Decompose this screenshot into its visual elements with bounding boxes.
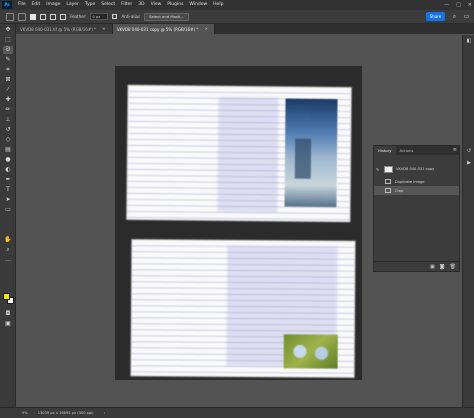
rectangle-icon[interactable]: ▭ — [3, 206, 13, 214]
menu-select[interactable]: Select — [98, 0, 118, 10]
intersect-selection-icon[interactable] — [60, 13, 66, 20]
new-selection-icon[interactable] — [30, 13, 36, 20]
actions-panel-icon[interactable]: ▶ — [465, 159, 473, 167]
share-button[interactable]: Share — [426, 12, 445, 21]
snapshot-thumbnail — [384, 165, 393, 173]
menu-layer[interactable]: Layer — [63, 0, 82, 10]
menu-file[interactable]: File — [15, 0, 29, 10]
history-panel-icon[interactable]: ↺ — [465, 147, 473, 155]
feather-label: Feather: — [70, 14, 87, 19]
gradient-icon[interactable]: ▤ — [3, 146, 13, 154]
zoom-level[interactable]: 5% — [22, 411, 28, 415]
history-brush-icon[interactable]: ↺ — [3, 126, 13, 134]
select-and-mask-button[interactable]: Select and Mask... — [144, 12, 189, 21]
frame-icon[interactable]: ⊠ — [3, 76, 13, 84]
scanned-postcard-top — [126, 84, 352, 223]
window-controls: — □ ✕ — [444, 0, 472, 10]
trash-icon[interactable]: 🗑 — [450, 264, 456, 270]
feather-input[interactable]: 0 px — [90, 13, 109, 20]
healing-icon[interactable]: ✚ — [3, 96, 13, 104]
tab-copy-document[interactable]: VKVD8 040-031 copy @ 5% (RGB/16#) * × — [112, 24, 216, 34]
scanned-postcard-bottom — [130, 239, 356, 378]
quick-mask-icon[interactable]: ◘ — [3, 310, 13, 318]
zoom-icon[interactable]: ⌕ — [3, 246, 13, 254]
crop-icon[interactable]: ⌗ — [3, 66, 13, 74]
menu-plugins[interactable]: Plugins — [164, 0, 186, 10]
add-selection-icon[interactable] — [40, 13, 46, 20]
crop-step-icon — [385, 188, 391, 193]
blur-icon[interactable]: ● — [3, 156, 13, 164]
menu-image[interactable]: Image — [43, 0, 63, 10]
menu-help[interactable]: Help — [210, 0, 226, 10]
marquee-icon[interactable]: ⬚ — [3, 36, 13, 44]
search-icon[interactable]: ⌕ — [451, 13, 458, 20]
handwriting-block — [217, 96, 279, 213]
panel-menu-icon[interactable]: ≡ — [453, 147, 457, 153]
foreground-color-swatch[interactable] — [3, 293, 10, 300]
tab-original-document[interactable]: VKVD8 040-031.tif @ 5% (RGB/16#) * × — [16, 24, 113, 34]
history-panel: History Actions ≡ ✎ VKVD8 040-031 copy D… — [373, 145, 460, 272]
photoshop-logo-icon: Ps — [2, 1, 12, 9]
history-step[interactable]: Duplicate Image — [374, 177, 459, 186]
minimize-icon[interactable]: — — [444, 2, 449, 8]
quick-select-icon[interactable]: ✎ — [3, 56, 13, 64]
new-document-from-state-icon[interactable]: ▣ — [430, 264, 435, 270]
anti-alias-checkbox[interactable] — [112, 14, 118, 19]
color-panel-icon[interactable]: ◧ — [465, 37, 473, 45]
brush-icon[interactable]: ✏ — [3, 106, 13, 114]
menu-type[interactable]: Type — [82, 0, 98, 10]
stamp-detail — [294, 138, 312, 179]
subtract-selection-icon[interactable] — [50, 13, 56, 20]
close-tab-icon[interactable]: × — [204, 27, 208, 32]
history-panel-tabs: History Actions — [374, 146, 459, 155]
anti-alias-label: Anti-alias — [121, 14, 141, 19]
menu-window[interactable]: Window — [186, 0, 210, 10]
path-select-icon[interactable]: ➤ — [3, 196, 13, 204]
menu-view[interactable]: View — [148, 0, 165, 10]
options-bar: Feather: 0 px Anti-alias Select and Mask… — [0, 10, 474, 24]
history-step-selected[interactable]: Crop — [374, 186, 459, 195]
menu-filter[interactable]: Filter — [118, 0, 135, 10]
menu-bar: Ps File Edit Image Layer Type Select Fil… — [0, 0, 474, 10]
screen-mode-icon[interactable]: ▣ — [3, 320, 13, 328]
menu-edit[interactable]: Edit — [29, 0, 44, 10]
home-icon[interactable] — [6, 12, 14, 21]
duplicate-image-icon — [385, 179, 391, 184]
tab-label: VKVD8 040-031 copy @ 5% (RGB/16#) * — [116, 26, 199, 32]
type-icon[interactable]: T — [3, 186, 13, 194]
history-step-label: Duplicate Image — [395, 179, 425, 184]
close-window-icon[interactable]: ✕ — [468, 2, 472, 8]
eraser-icon[interactable]: ◇ — [3, 136, 13, 144]
move-icon[interactable]: ✥ — [3, 26, 13, 34]
tab-actions[interactable]: Actions — [396, 146, 418, 155]
history-snapshot[interactable]: ✎ VKVD8 040-031 copy — [374, 163, 459, 175]
lasso-preset-icon[interactable] — [18, 12, 26, 21]
stamp-image — [284, 98, 338, 208]
hand-icon[interactable]: ✋ — [3, 236, 13, 244]
more-tools-icon[interactable]: … — [3, 256, 13, 264]
collapsed-panel-dock: ◧ ↺ ▶ — [462, 35, 474, 407]
document-info: 13039 px x 16895 px (300 ppi) — [37, 411, 94, 415]
history-brush-source-icon[interactable]: ✎ — [376, 167, 379, 172]
snapshot-label: VKVD8 040-031 copy — [396, 167, 435, 171]
pen-icon[interactable]: ✒ — [3, 176, 13, 184]
workspace-icon[interactable]: ▭ — [463, 13, 470, 20]
document-tab-bar: VKVD8 040-031.tif @ 5% (RGB/16#) * × VKV… — [16, 24, 474, 34]
tools-panel: ✥ ⬚ ᘐ ✎ ⌗ ⊠ ⁄ ✚ ✏ ⊥ ↺ ◇ ▤ ● ◐ ✒ T ➤ ▭ ✋ … — [0, 24, 16, 408]
history-panel-footer: ▣ ◙ 🗑 — [374, 261, 459, 271]
tab-history[interactable]: History — [374, 146, 396, 155]
camera-snapshot-icon[interactable]: ◙ — [440, 264, 445, 270]
dodge-icon[interactable]: ◐ — [3, 166, 13, 174]
stamp-image — [283, 334, 338, 369]
clone-stamp-icon[interactable]: ⊥ — [3, 116, 13, 124]
lasso-icon[interactable]: ᘐ — [3, 46, 13, 54]
history-step-label: Crop — [395, 188, 404, 193]
tab-label: VKVD8 040-031.tif @ 5% (RGB/16#) * — [20, 26, 97, 32]
menu-3d[interactable]: 3D — [135, 0, 147, 10]
eyedropper-icon[interactable]: ⁄ — [3, 86, 13, 94]
maximize-icon[interactable]: □ — [456, 2, 461, 8]
status-menu-arrow-icon[interactable]: › — [104, 411, 105, 415]
close-tab-icon[interactable]: × — [102, 27, 106, 32]
status-bar: 5% 13039 px x 16895 px (300 ppi) › — [0, 407, 474, 418]
